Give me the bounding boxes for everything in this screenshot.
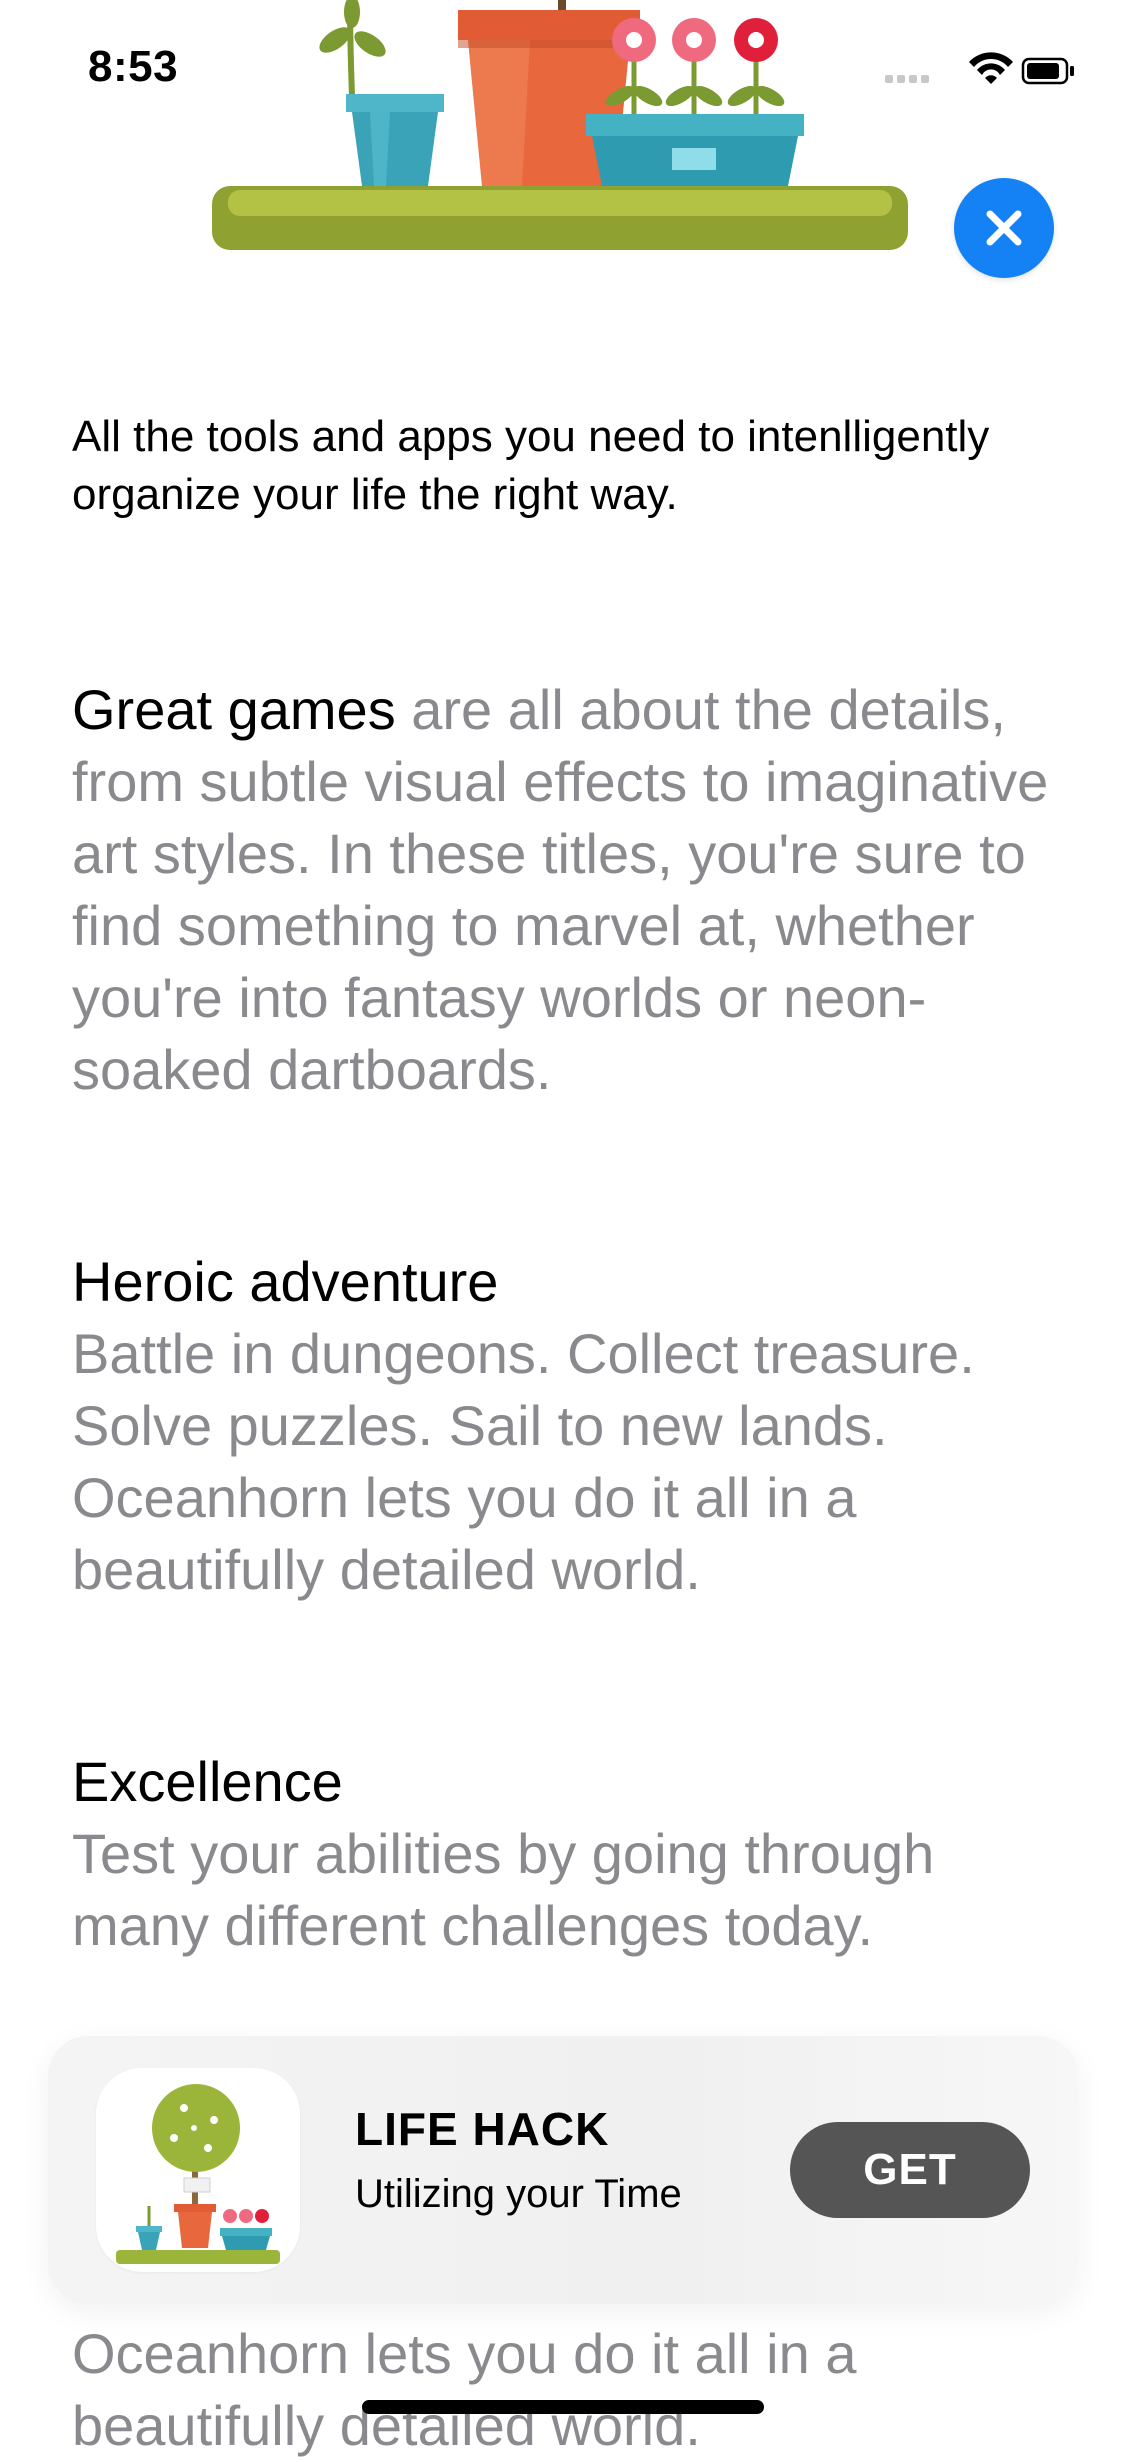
home-indicator[interactable] <box>362 2400 764 2414</box>
app-subtitle: Utilizing your Time <box>355 2172 682 2216</box>
app-icon[interactable] <box>96 2068 300 2272</box>
section-body: Test your abilities by going through man… <box>72 1822 935 1957</box>
section-lead: Excellence <box>72 1750 343 1813</box>
header-illustration <box>200 0 940 260</box>
status-time: 8:53 <box>88 42 179 91</box>
section-body: are all about the details, from subtle v… <box>72 678 1049 1101</box>
section-lead: Great games <box>72 678 396 741</box>
wifi-icon <box>969 52 1013 84</box>
small-plant-pot <box>319 0 444 186</box>
close-icon <box>986 210 1022 246</box>
tree-icon <box>152 2084 240 2216</box>
app-name: LIFE HACK <box>355 2103 610 2155</box>
section-heroic-adventure: Heroic adventure Battle in dungeons. Col… <box>72 1246 1072 1606</box>
section-excellence: Excellence Test your abilities by going … <box>72 1746 1072 1962</box>
section-lead: Heroic adventure <box>72 1250 499 1313</box>
shelf <box>212 186 908 250</box>
section-body: Battle in dungeons. Collect treasure. So… <box>72 1322 975 1601</box>
flower-planter <box>586 18 804 186</box>
close-button[interactable] <box>954 178 1054 278</box>
battery-icon <box>1021 57 1074 85</box>
section-great-games: Great games are all about the details, f… <box>72 674 1072 1106</box>
get-button[interactable]: GET <box>790 2122 1030 2218</box>
app-banner[interactable]: LIFE HACK Utilizing your Time GET <box>48 2036 1078 2304</box>
pots-icon <box>116 2204 280 2264</box>
bottom-text: Oceanhorn lets you do it all in a beauti… <box>72 2322 857 2457</box>
intro-text: All the tools and apps you need to inten… <box>72 412 990 519</box>
